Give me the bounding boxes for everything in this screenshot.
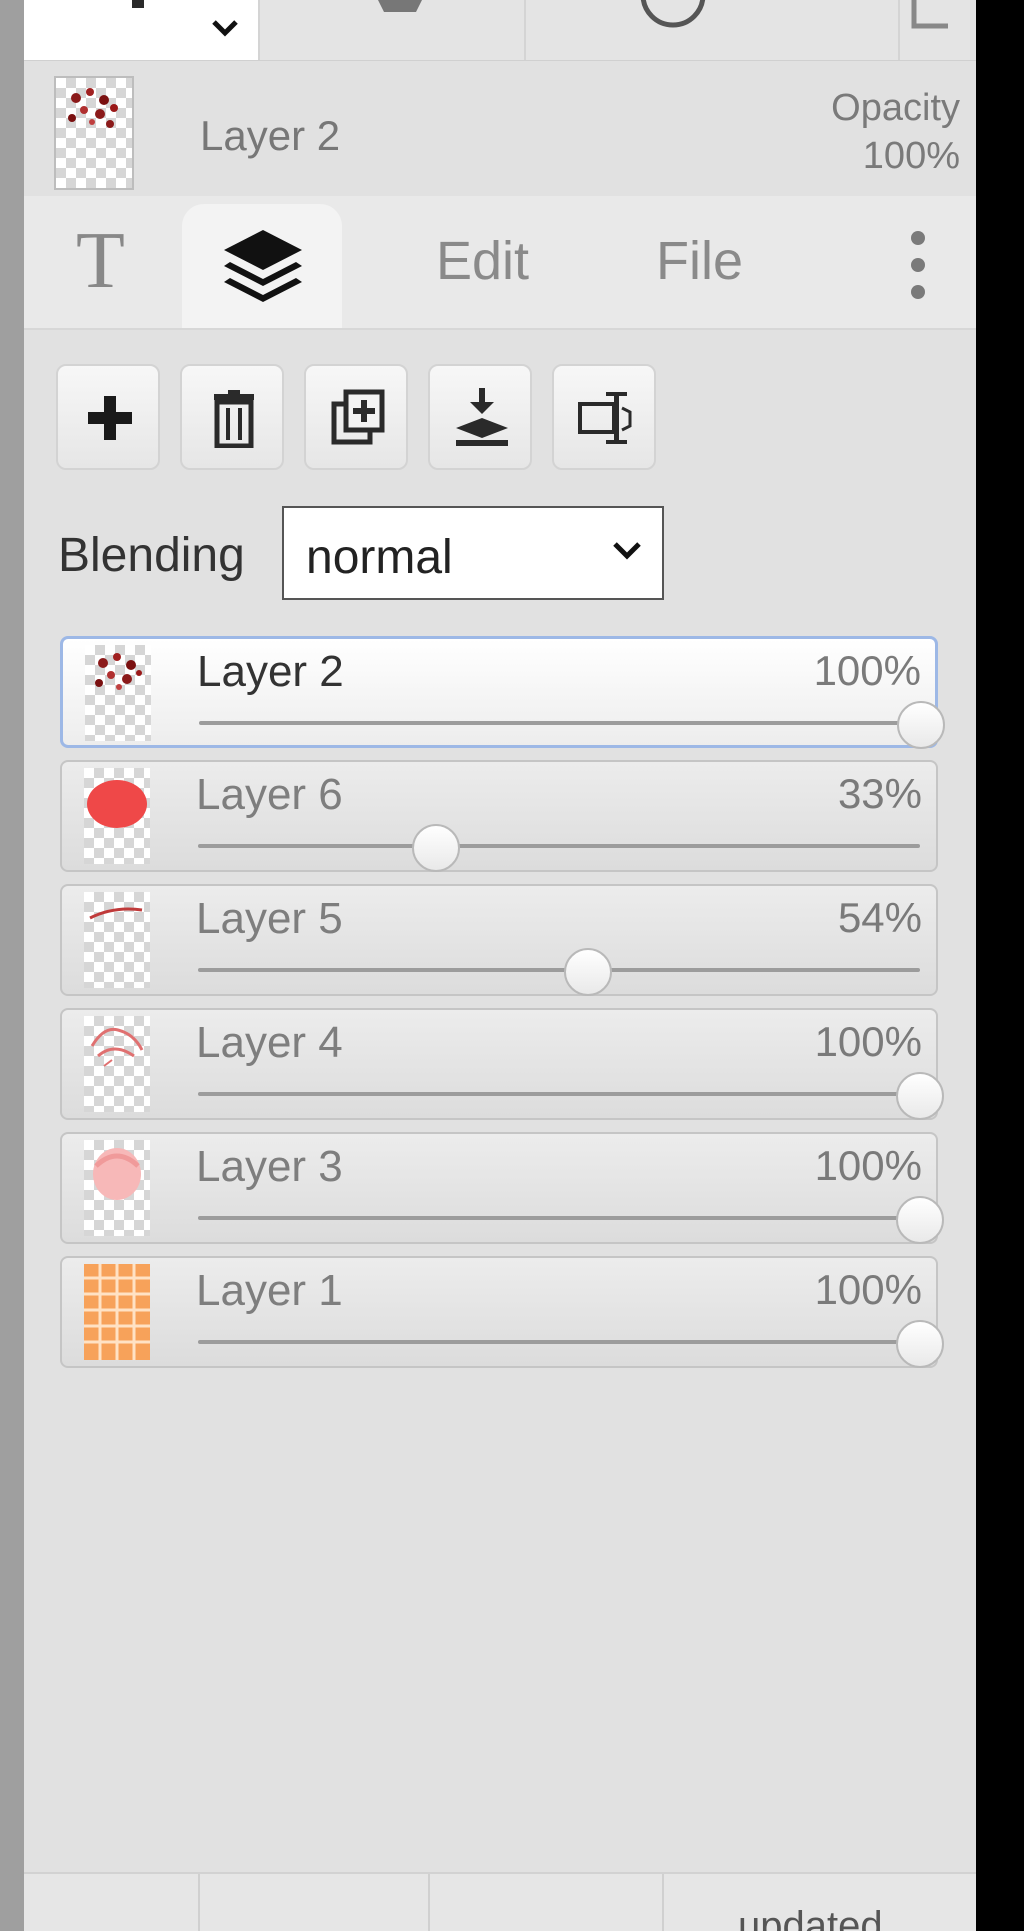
crop-icon (911, 0, 948, 29)
rename-layer-button[interactable] (552, 364, 656, 470)
opacity-slider-knob[interactable] (563, 948, 612, 996)
current-layer-info: Layer 2 Opacity 100% (24, 62, 976, 192)
layers-icon (224, 230, 302, 302)
red-blob-thumbnail-art (87, 780, 147, 828)
duplicate-layer-button[interactable] (304, 364, 408, 470)
layer-thumbnail (85, 645, 151, 741)
layer-opacity: 54% (837, 894, 922, 941)
layer-row[interactable]: Layer 1 100% (60, 1256, 944, 1368)
layer-name: Layer 6 (196, 770, 343, 819)
layer-thumbnail (84, 768, 150, 864)
minus-circle-icon (640, 0, 706, 28)
dots-thumbnail-art (95, 653, 142, 690)
panel-tabs: T Edit File (24, 196, 976, 330)
opacity-slider-track[interactable] (198, 1216, 920, 1220)
layer-row[interactable]: Layer 5 54% (60, 884, 938, 996)
tab-more[interactable] (880, 196, 960, 328)
opacity-slider-knob[interactable] (896, 1196, 944, 1244)
layer-name: Layer 5 (196, 894, 343, 943)
opacity-slider-knob[interactable] (896, 1320, 944, 1368)
line-thumbnail-art (89, 907, 143, 920)
opacity-slider-track[interactable] (198, 1340, 920, 1344)
layer-thumbnail (84, 1264, 150, 1360)
status-text: updated (738, 1904, 883, 1931)
opacity-slider-track[interactable] (199, 721, 921, 725)
bottom-cell (200, 1874, 430, 1931)
chevron-down-icon (613, 542, 641, 560)
opacity-slider-track[interactable] (198, 968, 920, 972)
blending-value: normal (306, 531, 453, 584)
layer-row[interactable]: Layer 2 100% (60, 636, 945, 749)
layer-row[interactable]: Layer 6 33% (60, 760, 938, 872)
bucket-icon (378, 0, 422, 12)
tab-layers[interactable] (182, 204, 342, 328)
tab-edit-label: Edit (436, 231, 530, 291)
text-tool-icon: T (76, 217, 125, 305)
crop-tool-cell[interactable] (900, 0, 976, 60)
merge-down-icon (456, 388, 508, 446)
layer-opacity: 100% (814, 1142, 922, 1189)
orange-grid-thumbnail-art (84, 1264, 150, 1360)
dots-thumbnail-art (68, 88, 118, 128)
left-window-edge (0, 0, 24, 1931)
opacity-readout: Opacity 100% (831, 84, 960, 180)
delete-layer-button[interactable] (180, 364, 284, 470)
more-vertical-icon (911, 231, 925, 299)
opacity-value: 100% (862, 135, 960, 177)
blending-label: Blending (58, 529, 245, 582)
tab-file[interactable]: File (634, 196, 774, 328)
delete-layer-icon (214, 390, 254, 448)
bottom-cell (24, 1874, 200, 1931)
layer-opacity: 100% (814, 1266, 922, 1313)
layer-row[interactable]: Layer 3 100% (60, 1132, 944, 1244)
layer-name: Layer 2 (197, 647, 344, 696)
opacity-slider-knob[interactable] (412, 824, 461, 872)
blending-select[interactable]: normal (282, 506, 664, 600)
pink-face-thumbnail-art (93, 1148, 141, 1200)
right-window-edge (976, 0, 1024, 1931)
layer-name: Layer 4 (196, 1018, 343, 1067)
tab-edit[interactable]: Edit (404, 196, 564, 328)
layer-name: Layer 3 (196, 1142, 343, 1191)
tab-text[interactable]: T (24, 196, 174, 328)
opacity-slider-track[interactable] (198, 844, 920, 848)
layer-opacity: 100% (813, 647, 921, 694)
chevron-down-icon[interactable] (210, 16, 240, 40)
eraser-tool-cell[interactable] (526, 0, 900, 60)
layers-panel: Layer 2 Opacity 100% T Edit File Blendin… (24, 0, 976, 1931)
layer-row[interactable]: Layer 4 100% (60, 1008, 944, 1120)
duplicate-layer-icon (331, 389, 385, 445)
layer-name: Layer 1 (196, 1266, 343, 1315)
current-layer-thumbnail (54, 76, 134, 190)
layer-thumbnail (84, 1140, 150, 1236)
current-layer-name: Layer 2 (200, 112, 341, 159)
layer-thumbnail (84, 1016, 150, 1112)
layer-thumbnail (84, 892, 150, 988)
brush-tool-cell[interactable] (24, 0, 260, 60)
sketch-thumbnail-art (90, 1027, 144, 1067)
tab-file-label: File (656, 231, 744, 291)
layer-opacity: 100% (814, 1018, 922, 1065)
opacity-slider-track[interactable] (198, 1092, 920, 1096)
opacity-slider-knob[interactable] (896, 1072, 944, 1120)
bottom-cell (430, 1874, 664, 1931)
layer-opacity: 33% (837, 770, 922, 817)
add-layer-icon (88, 396, 132, 440)
text-tool-icon (132, 0, 144, 8)
opacity-slider-knob[interactable] (897, 701, 945, 749)
rename-layer-icon (578, 392, 632, 444)
merge-down-button[interactable] (428, 364, 532, 470)
add-layer-button[interactable] (56, 364, 160, 470)
bottom-status-strip: updated (24, 1872, 976, 1931)
fill-tool-cell[interactable] (260, 0, 526, 60)
opacity-label: Opacity (831, 87, 960, 129)
tool-row (24, 0, 976, 61)
